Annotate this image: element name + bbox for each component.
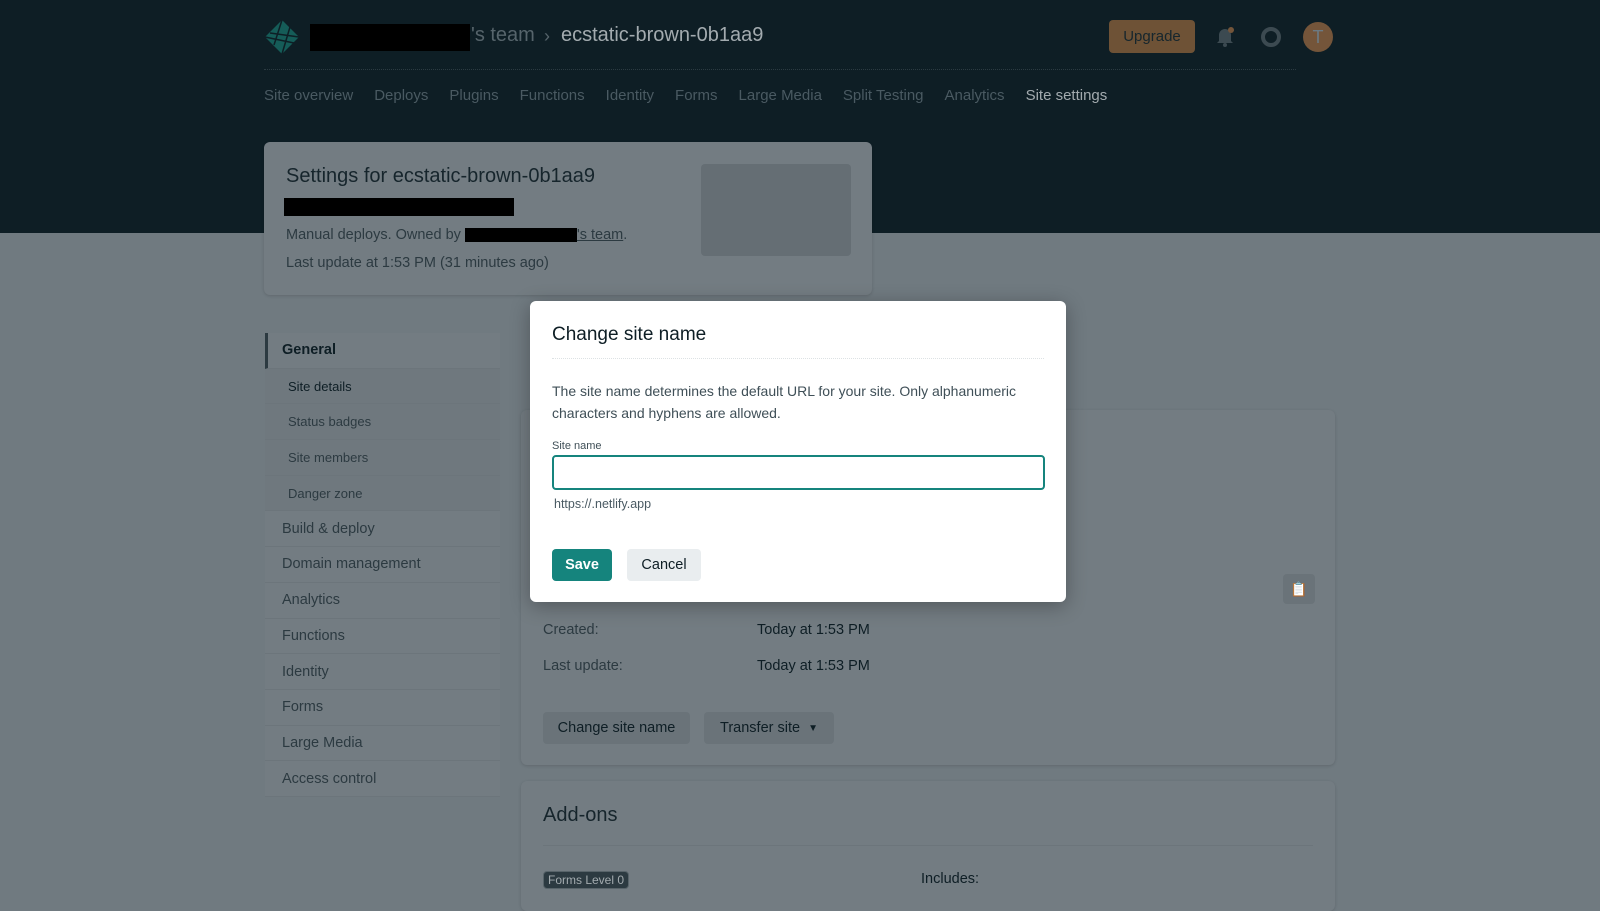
transfer-site-button[interactable]: Transfer site ▼ (704, 712, 834, 744)
sidebar-item-status-badges[interactable]: Status badges (265, 404, 500, 441)
forms-level-badge: Forms Level 0 (543, 871, 630, 889)
netlify-logo-icon[interactable] (264, 19, 300, 55)
redacted-team-name (310, 24, 470, 51)
upgrade-button[interactable]: Upgrade (1109, 20, 1195, 53)
help-lifebuoy-icon[interactable] (1261, 27, 1281, 47)
sidebar-item-large-media[interactable]: Large Media (265, 725, 500, 762)
site-summary-card: Settings for ecstatic-brown-0b1aa9 Manua… (264, 142, 872, 295)
team-link[interactable]: 's team (577, 227, 623, 243)
save-button[interactable]: Save (552, 549, 612, 581)
sidebar-item-general[interactable]: General (265, 333, 500, 369)
chevron-right-icon: › (544, 26, 550, 46)
redacted-url (284, 198, 514, 216)
change-site-name-button[interactable]: Change site name (543, 712, 690, 744)
last-update-value: Today at 1:53 PM (757, 658, 870, 674)
includes-label: Includes: (921, 871, 980, 887)
site-name-label: Site name (552, 440, 602, 452)
dialog-title: Change site name (552, 324, 707, 345)
cancel-button[interactable]: Cancel (627, 549, 701, 581)
tab-site-overview[interactable]: Site overview (264, 87, 353, 104)
breadcrumb-team[interactable]: 's team (471, 24, 535, 47)
sidebar-item-site-details[interactable]: Site details (265, 368, 500, 405)
divider (543, 845, 1313, 846)
tab-deploys[interactable]: Deploys (374, 87, 428, 104)
tab-large-media[interactable]: Large Media (739, 87, 822, 104)
sidebar-item-build-deploy[interactable]: Build & deploy (265, 511, 500, 548)
avatar[interactable]: T (1303, 22, 1333, 52)
created-value: Today at 1:53 PM (757, 622, 870, 638)
sidebar-item-access-control[interactable]: Access control (265, 761, 500, 797)
tab-split-testing[interactable]: Split Testing (843, 87, 924, 104)
sidebar-item-identity[interactable]: Identity (265, 654, 500, 690)
addons-title: Add-ons (543, 804, 618, 826)
sidebar-item-domain-management[interactable]: Domain management (265, 547, 500, 583)
addons-card: Add-ons Includes: (521, 781, 1335, 911)
copy-clipboard-icon[interactable]: 📋 (1283, 574, 1315, 604)
tab-plugins[interactable]: Plugins (449, 87, 498, 104)
page-title: Settings for ecstatic-brown-0b1aa9 (286, 165, 596, 187)
sidebar-item-danger-zone[interactable]: Danger zone (265, 475, 500, 512)
tab-site-settings[interactable]: Site settings (1026, 87, 1108, 104)
sidebar-item-functions[interactable]: Functions (265, 618, 500, 655)
breadcrumb-site[interactable]: ecstatic-brown-0b1aa9 (561, 24, 763, 47)
tab-identity[interactable]: Identity (606, 87, 654, 104)
tab-forms[interactable]: Forms (675, 87, 718, 104)
chevron-down-icon: ▼ (808, 722, 818, 734)
sidebar-item-analytics[interactable]: Analytics (265, 582, 500, 619)
created-label: Created: (543, 622, 599, 638)
sidebar-item-forms[interactable]: Forms (265, 689, 500, 726)
last-update-label: Last update: (543, 658, 623, 674)
owner-line: Manual deploys. Owned by 's team. (286, 227, 628, 243)
sidebar-item-site-members[interactable]: Site members (265, 440, 500, 476)
site-thumbnail[interactable] (701, 164, 851, 256)
change-site-name-dialog: Change site name The site name determine… (530, 301, 1066, 602)
tab-functions[interactable]: Functions (520, 87, 585, 104)
site-nav: Site overview Deploys Plugins Functions … (264, 87, 1107, 104)
divider (552, 358, 1044, 359)
site-name-input[interactable] (552, 455, 1045, 490)
dialog-description: The site name determines the default URL… (552, 383, 1017, 421)
redacted-owner (464, 228, 577, 243)
bell-icon[interactable] (1215, 26, 1235, 48)
settings-sidebar: General Site details Status badges Site … (265, 333, 500, 797)
last-update: Last update at 1:53 PM (31 minutes ago) (286, 255, 549, 271)
divider (264, 69, 1296, 70)
url-preview: https://.netlify.app (554, 497, 652, 511)
tab-analytics[interactable]: Analytics (945, 87, 1005, 104)
